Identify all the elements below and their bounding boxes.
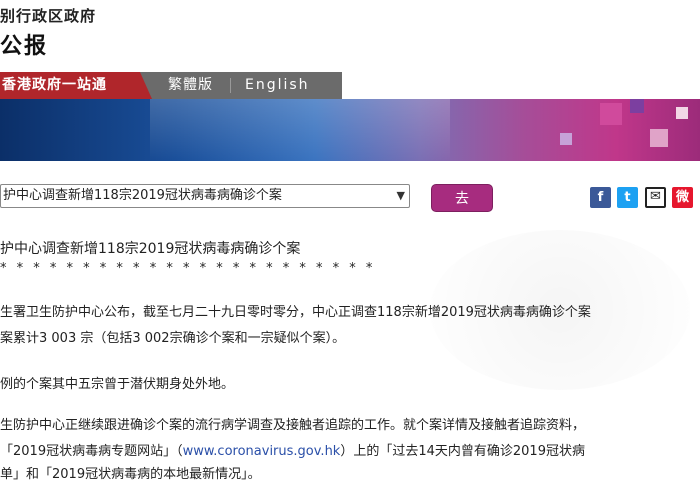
- paragraph-3-line-1: 生防护中心正继续跟进确诊个案的流行病学调查及接触者追踪的工作。就个案详情及接触者…: [0, 418, 586, 433]
- tab-traditional-chinese[interactable]: 繁體版: [168, 72, 213, 99]
- article-headline: 护中心调查新增118宗2019冠状病毒病确诊个案: [0, 241, 301, 257]
- website-reference: 「2019冠状病毒病专题网站」（: [0, 444, 183, 459]
- go-button[interactable]: 去: [431, 184, 493, 212]
- paragraph-3-line-2: 「2019冠状病毒病专题网站」（www.coronavirus.gov.hk）上…: [0, 440, 585, 459]
- gazette-title: 公报: [0, 34, 49, 59]
- article-toolbar: 护中心调查新增118宗2019冠状病毒病确诊个案 ▼ 去 f t ✉ 微: [0, 182, 700, 216]
- website-reference-suffix: ）上的「过去14天内曾有确诊2019冠状病: [340, 444, 585, 459]
- banner-decoration: [676, 107, 688, 119]
- coronavirus-site-link[interactable]: www.coronavirus.gov.hk: [183, 444, 341, 459]
- masthead: 别行政区政府 公报: [0, 0, 700, 70]
- chevron-down-icon: ▼: [396, 189, 405, 202]
- banner-decoration: [560, 133, 572, 145]
- facebook-icon[interactable]: f: [590, 187, 611, 208]
- paragraph-2: 例的个案其中五宗曾于潜伏期身处外地。: [0, 377, 235, 392]
- article-select[interactable]: 护中心调查新增118宗2019冠状病毒病确诊个案 ▼: [0, 184, 410, 208]
- paragraph-3-line-3: 单」和「2019冠状病毒病的本地最新情况」。: [0, 467, 261, 482]
- separator-stars: * * * * * * * * * * * * * * * * * * * * …: [0, 261, 376, 276]
- paragraph-1-line-1: 生署卫生防护中心公布，截至七月二十九日零时零分，中心正调查118宗新增2019冠…: [0, 305, 591, 320]
- banner-decoration: [630, 99, 644, 113]
- tab-govhk-portal[interactable]: 香港政府一站通: [0, 72, 152, 99]
- twitter-icon[interactable]: t: [617, 187, 638, 208]
- email-icon[interactable]: ✉: [645, 187, 666, 208]
- banner-decoration: [600, 103, 622, 125]
- banner: [0, 99, 700, 161]
- banner-shine: [150, 99, 450, 161]
- article-select-value: 护中心调查新增118宗2019冠状病毒病确诊个案: [3, 188, 282, 203]
- banner-decoration: [650, 129, 668, 147]
- weibo-icon[interactable]: 微: [672, 187, 693, 208]
- tab-divider: [230, 78, 231, 93]
- tab-english[interactable]: English: [245, 72, 310, 99]
- organization-name: 别行政区政府: [0, 7, 97, 25]
- paragraph-1-line-2: 案累计3 003 宗（包括3 002宗确诊个案和一宗疑似个案）。: [0, 331, 346, 346]
- language-nav-bar: 香港政府一站通 繁體版 English: [0, 72, 700, 99]
